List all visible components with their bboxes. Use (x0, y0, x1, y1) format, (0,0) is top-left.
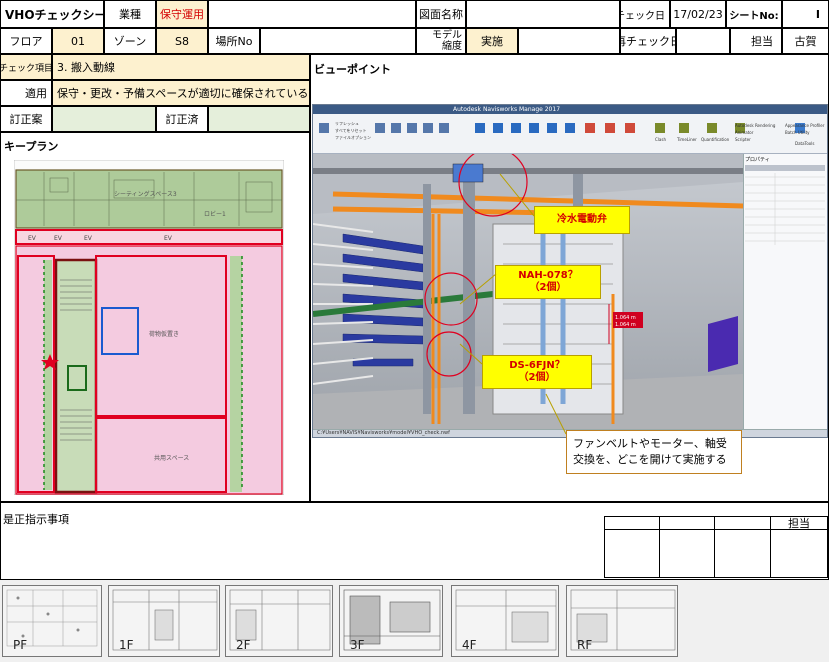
signoff-grid[interactable]: 担当 (604, 516, 828, 578)
place-label: 場所No (208, 28, 260, 54)
place-value[interactable] (260, 28, 416, 54)
teisei-zumi-label: 訂正済 (156, 106, 208, 132)
model-label-line1: モデル (432, 30, 462, 41)
thumbnail-1f-label: 1F (119, 638, 134, 652)
callout-pointer-lines (459, 173, 567, 435)
gyomu-value[interactable]: 保守運用 (156, 0, 208, 28)
sheet-no-value[interactable]: I (782, 0, 829, 28)
gyomu-label: 業種 (104, 0, 156, 28)
floor-value[interactable]: 01 (52, 28, 104, 54)
zone-label: ゾーン (104, 28, 156, 54)
header-blank-2 (518, 28, 620, 54)
teisei-an-value[interactable] (52, 106, 156, 132)
zumen-label: 図面名称 (416, 0, 466, 28)
recheck-label: 再チェック日 (620, 28, 676, 54)
thumbnail-4f[interactable]: 4F (451, 585, 559, 657)
signoff-box-3[interactable] (714, 529, 771, 578)
thumbnail-3f-label: 3F (350, 638, 365, 652)
tanto-value[interactable]: 古賀 (782, 28, 829, 54)
model-value[interactable]: 実施 (466, 28, 518, 54)
thumbnail-pf[interactable]: PF (2, 585, 102, 657)
apply-label: 適用 (0, 80, 52, 106)
check-date-value[interactable]: 17/02/23 (670, 0, 726, 28)
teisei-zumi-value[interactable] (208, 106, 310, 132)
zumen-value[interactable] (466, 0, 620, 28)
thumbnail-rf[interactable]: RF (566, 585, 678, 657)
check-item-label: チェック項目 (0, 54, 52, 80)
instructions-label: 是正指示事項 (3, 513, 69, 526)
thumbnail-rf-label: RF (577, 638, 593, 652)
signoff-box-1[interactable] (604, 529, 660, 578)
sheet-no-label: シートNo: (726, 0, 782, 28)
keyplan-room-label-1: シーティングスペース3 (114, 190, 177, 198)
signoff-cell-1 (604, 516, 660, 530)
signoff-tanto-label: 担当 (770, 516, 828, 530)
floor-label: フロア (0, 28, 52, 54)
keyplan-room-label-2: ロビー1 (204, 210, 226, 218)
recheck-value[interactable] (676, 28, 730, 54)
thumbnail-2f[interactable]: 2F (225, 585, 333, 657)
model-label-line2: 縮度 (442, 41, 462, 52)
apply-value[interactable]: 保守・更改・予備スペースが適切に確保されているか (52, 80, 310, 106)
note-box: ファンベルトやモーター、軸受 交換を、どこを開けて実施する (566, 430, 742, 474)
zone-value[interactable]: S8 (156, 28, 208, 54)
viewpoint-title: ビューポイント (314, 63, 391, 76)
svg-text:EV: EV (164, 235, 173, 242)
note-line2: 交換を、どこを開けて実施する (573, 453, 727, 466)
keyplan-zone-top (15, 169, 283, 229)
note-line1: ファンベルトやモーター、軸受 (573, 437, 727, 451)
model-label: モデル 縮度 (416, 28, 466, 54)
keyplan-title: キープラン (4, 140, 59, 153)
teisei-an-label: 訂正案 (0, 106, 52, 132)
thumbnail-pf-label: PF (13, 638, 28, 652)
svg-text:EV: EV (84, 235, 93, 242)
check-date-label: チェック日 (620, 0, 670, 28)
thumbnail-1f[interactable]: 1F (108, 585, 220, 657)
svg-text:EV: EV (54, 235, 63, 242)
signoff-cell-2 (659, 516, 715, 530)
svg-text:EV: EV (28, 235, 37, 242)
keyplan-room-label-3: 荷物仮置き (149, 330, 179, 338)
thumbnail-4f-label: 4F (462, 638, 477, 652)
keyplan-room-label-4: 共用スペース (154, 454, 189, 462)
sheet-title: VHOチェックシート (0, 0, 104, 28)
tanto-label: 担当 (730, 28, 782, 54)
header-blank-1 (208, 0, 416, 28)
thumbnail-2f-label: 2F (236, 638, 251, 652)
signoff-box-4[interactable] (770, 529, 828, 578)
check-item-value[interactable]: 3. 搬入動線 (52, 54, 310, 80)
signoff-box-2[interactable] (659, 529, 715, 578)
signoff-cell-3 (714, 516, 771, 530)
thumbnail-3f[interactable]: 3F (339, 585, 443, 657)
keyplan-drawing: EV EV EV EV シーティングスペース3 ロビー1 荷物仮置き 共用スペース (14, 160, 284, 495)
